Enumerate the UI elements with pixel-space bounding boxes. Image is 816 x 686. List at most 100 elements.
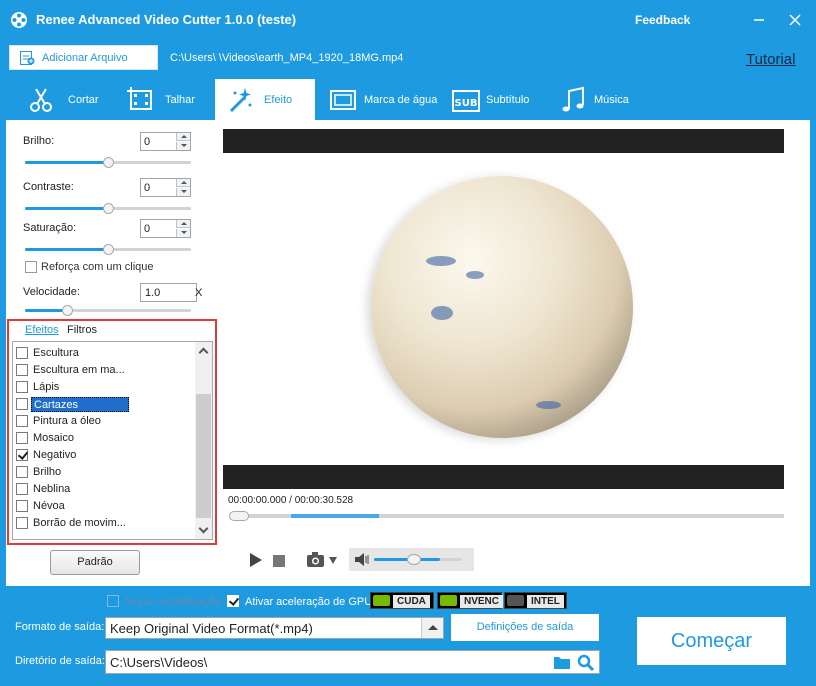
start-button[interactable]: Começar (637, 617, 786, 665)
effect-item[interactable]: Neblina (13, 481, 195, 498)
slider-thumb[interactable] (103, 203, 114, 214)
effect-label: Brilho (33, 466, 62, 478)
effect-item[interactable]: Borrão de movim... (13, 515, 195, 532)
speaker-icon[interactable] (354, 552, 370, 567)
speed-label: Velocidade: (23, 286, 80, 298)
slider-thumb[interactable] (103, 244, 114, 255)
output-format-select[interactable]: Keep Original Video Format(*.mp4) (105, 617, 444, 639)
seek-thumb[interactable] (229, 511, 249, 521)
preview-panel: 00:00:00.000 / 00:00:30.528 (217, 120, 810, 586)
default-button[interactable]: Padrão (50, 550, 140, 575)
tab-efeitos[interactable]: Efeitos (25, 324, 59, 336)
camera-icon[interactable] (306, 551, 338, 569)
add-file-button[interactable]: Adicionar Arquivo (9, 45, 158, 70)
tab-subtitulo[interactable]: SUB Subtítulo (451, 79, 541, 120)
play-icon[interactable] (248, 552, 264, 568)
app-title: Renee Advanced Video Cutter 1.0.0 (teste… (36, 12, 297, 27)
spinner-up-icon[interactable] (176, 220, 190, 228)
music-note-icon (562, 86, 584, 112)
spinner-up-icon[interactable] (176, 133, 190, 141)
scroll-down-icon[interactable] (198, 523, 209, 534)
effect-item[interactable]: Escultura (13, 345, 195, 362)
effect-checkbox[interactable] (16, 483, 28, 495)
spinner-down-icon[interactable] (176, 229, 190, 237)
crop-film-icon (127, 87, 152, 110)
effects-list: Escultura Escultura em ma... Lápis Cartazes… (12, 341, 213, 540)
effect-settings-panel: Brilho: 0 Contraste: 0 Saturação: 0 Refo… (6, 120, 217, 586)
contrast-slider[interactable] (25, 203, 191, 214)
effect-checkbox[interactable] (16, 517, 28, 529)
slider-fill (25, 248, 108, 251)
saturation-slider[interactable] (25, 244, 191, 255)
speed-unit: X (195, 287, 203, 299)
slider-thumb[interactable] (406, 554, 421, 565)
output-dir-label: Diretório de saída: (15, 655, 105, 667)
effect-item[interactable]: Pintura a óleo (13, 413, 195, 430)
effect-label: Mosaico (33, 432, 74, 444)
tab-cortar[interactable]: Cortar (26, 79, 106, 120)
effect-item[interactable]: Mosaico (13, 430, 195, 447)
effect-item[interactable]: Brilho (13, 464, 195, 481)
effect-checkbox[interactable] (16, 364, 28, 376)
nvidia-icon (440, 595, 457, 606)
saturation-spinner[interactable]: 0 (140, 219, 191, 238)
slider-thumb[interactable] (103, 157, 114, 168)
slider-fill (25, 309, 67, 312)
effects-scrollbar[interactable] (195, 342, 212, 539)
effect-checkbox[interactable] (16, 347, 28, 359)
effect-checkbox[interactable] (16, 449, 28, 461)
effect-checkbox[interactable] (16, 415, 28, 427)
seek-bar[interactable] (229, 511, 784, 521)
intel-badge: INTEL (504, 592, 567, 609)
gpu-accel-checkbox[interactable] (227, 595, 239, 607)
speed-slider[interactable] (25, 305, 191, 316)
tab-talhar[interactable]: Talhar (125, 79, 205, 120)
title-bar: Renee Advanced Video Cutter 1.0.0 (teste… (0, 0, 816, 40)
tutorial-link[interactable]: Tutorial (746, 51, 795, 68)
timecode: 00:00:00.000 / 00:00:30.528 (228, 495, 354, 506)
effect-item[interactable]: Névoa (13, 498, 195, 515)
video-letterbox-top (223, 129, 784, 153)
scroll-up-icon[interactable] (198, 347, 209, 358)
tab-marca-de-agua[interactable]: Marca de água (328, 79, 443, 120)
scrollbar-thumb[interactable] (196, 394, 211, 518)
saturation-value: 0 (144, 223, 151, 235)
speed-input[interactable]: 1.0 (140, 283, 197, 302)
effect-item[interactable]: Lápis (13, 379, 195, 396)
effect-checkbox[interactable] (16, 381, 28, 393)
output-settings-button[interactable]: Definições de saída (451, 614, 599, 641)
spinner-up-icon[interactable] (176, 179, 190, 187)
brightness-slider[interactable] (25, 157, 191, 168)
effect-checkbox[interactable] (16, 500, 28, 512)
effect-item[interactable]: Negativo (13, 447, 195, 464)
folder-icon[interactable] (553, 655, 571, 670)
minimize-icon[interactable] (749, 10, 769, 30)
nvenc-badge: NVENC (437, 592, 504, 609)
feedback-link[interactable]: Feedback (635, 13, 690, 27)
effect-item[interactable]: Cartazes (13, 396, 195, 413)
brightness-spinner[interactable]: 0 (140, 132, 191, 151)
tab-filtros[interactable]: Filtros (67, 324, 97, 336)
slider-thumb[interactable] (61, 305, 73, 316)
tab-musica[interactable]: Música (559, 79, 639, 120)
boost-checkbox[interactable] (25, 261, 37, 273)
stop-icon[interactable] (273, 555, 285, 567)
speed-value: 1.0 (145, 287, 161, 299)
chevron-up-icon[interactable] (421, 618, 443, 638)
output-dir-field[interactable]: C:\Users\Videos\ (105, 650, 600, 674)
close-icon[interactable] (785, 10, 805, 30)
effect-label: Cartazes (31, 397, 129, 412)
add-file-icon (20, 51, 35, 65)
spinner-down-icon[interactable] (176, 142, 190, 150)
effect-item[interactable]: Escultura em ma... (13, 362, 195, 379)
volume-slider[interactable] (374, 554, 462, 565)
effect-checkbox[interactable] (16, 466, 28, 478)
effect-checkbox[interactable] (16, 398, 28, 410)
search-icon[interactable] (577, 654, 595, 671)
force-reencode-checkbox[interactable] (107, 595, 119, 607)
contrast-spinner[interactable]: 0 (140, 178, 191, 197)
effect-checkbox[interactable] (16, 432, 28, 444)
spinner-down-icon[interactable] (176, 188, 190, 196)
tab-efeito[interactable]: Efeito (215, 79, 315, 120)
tab-label: Marca de água (364, 94, 438, 106)
